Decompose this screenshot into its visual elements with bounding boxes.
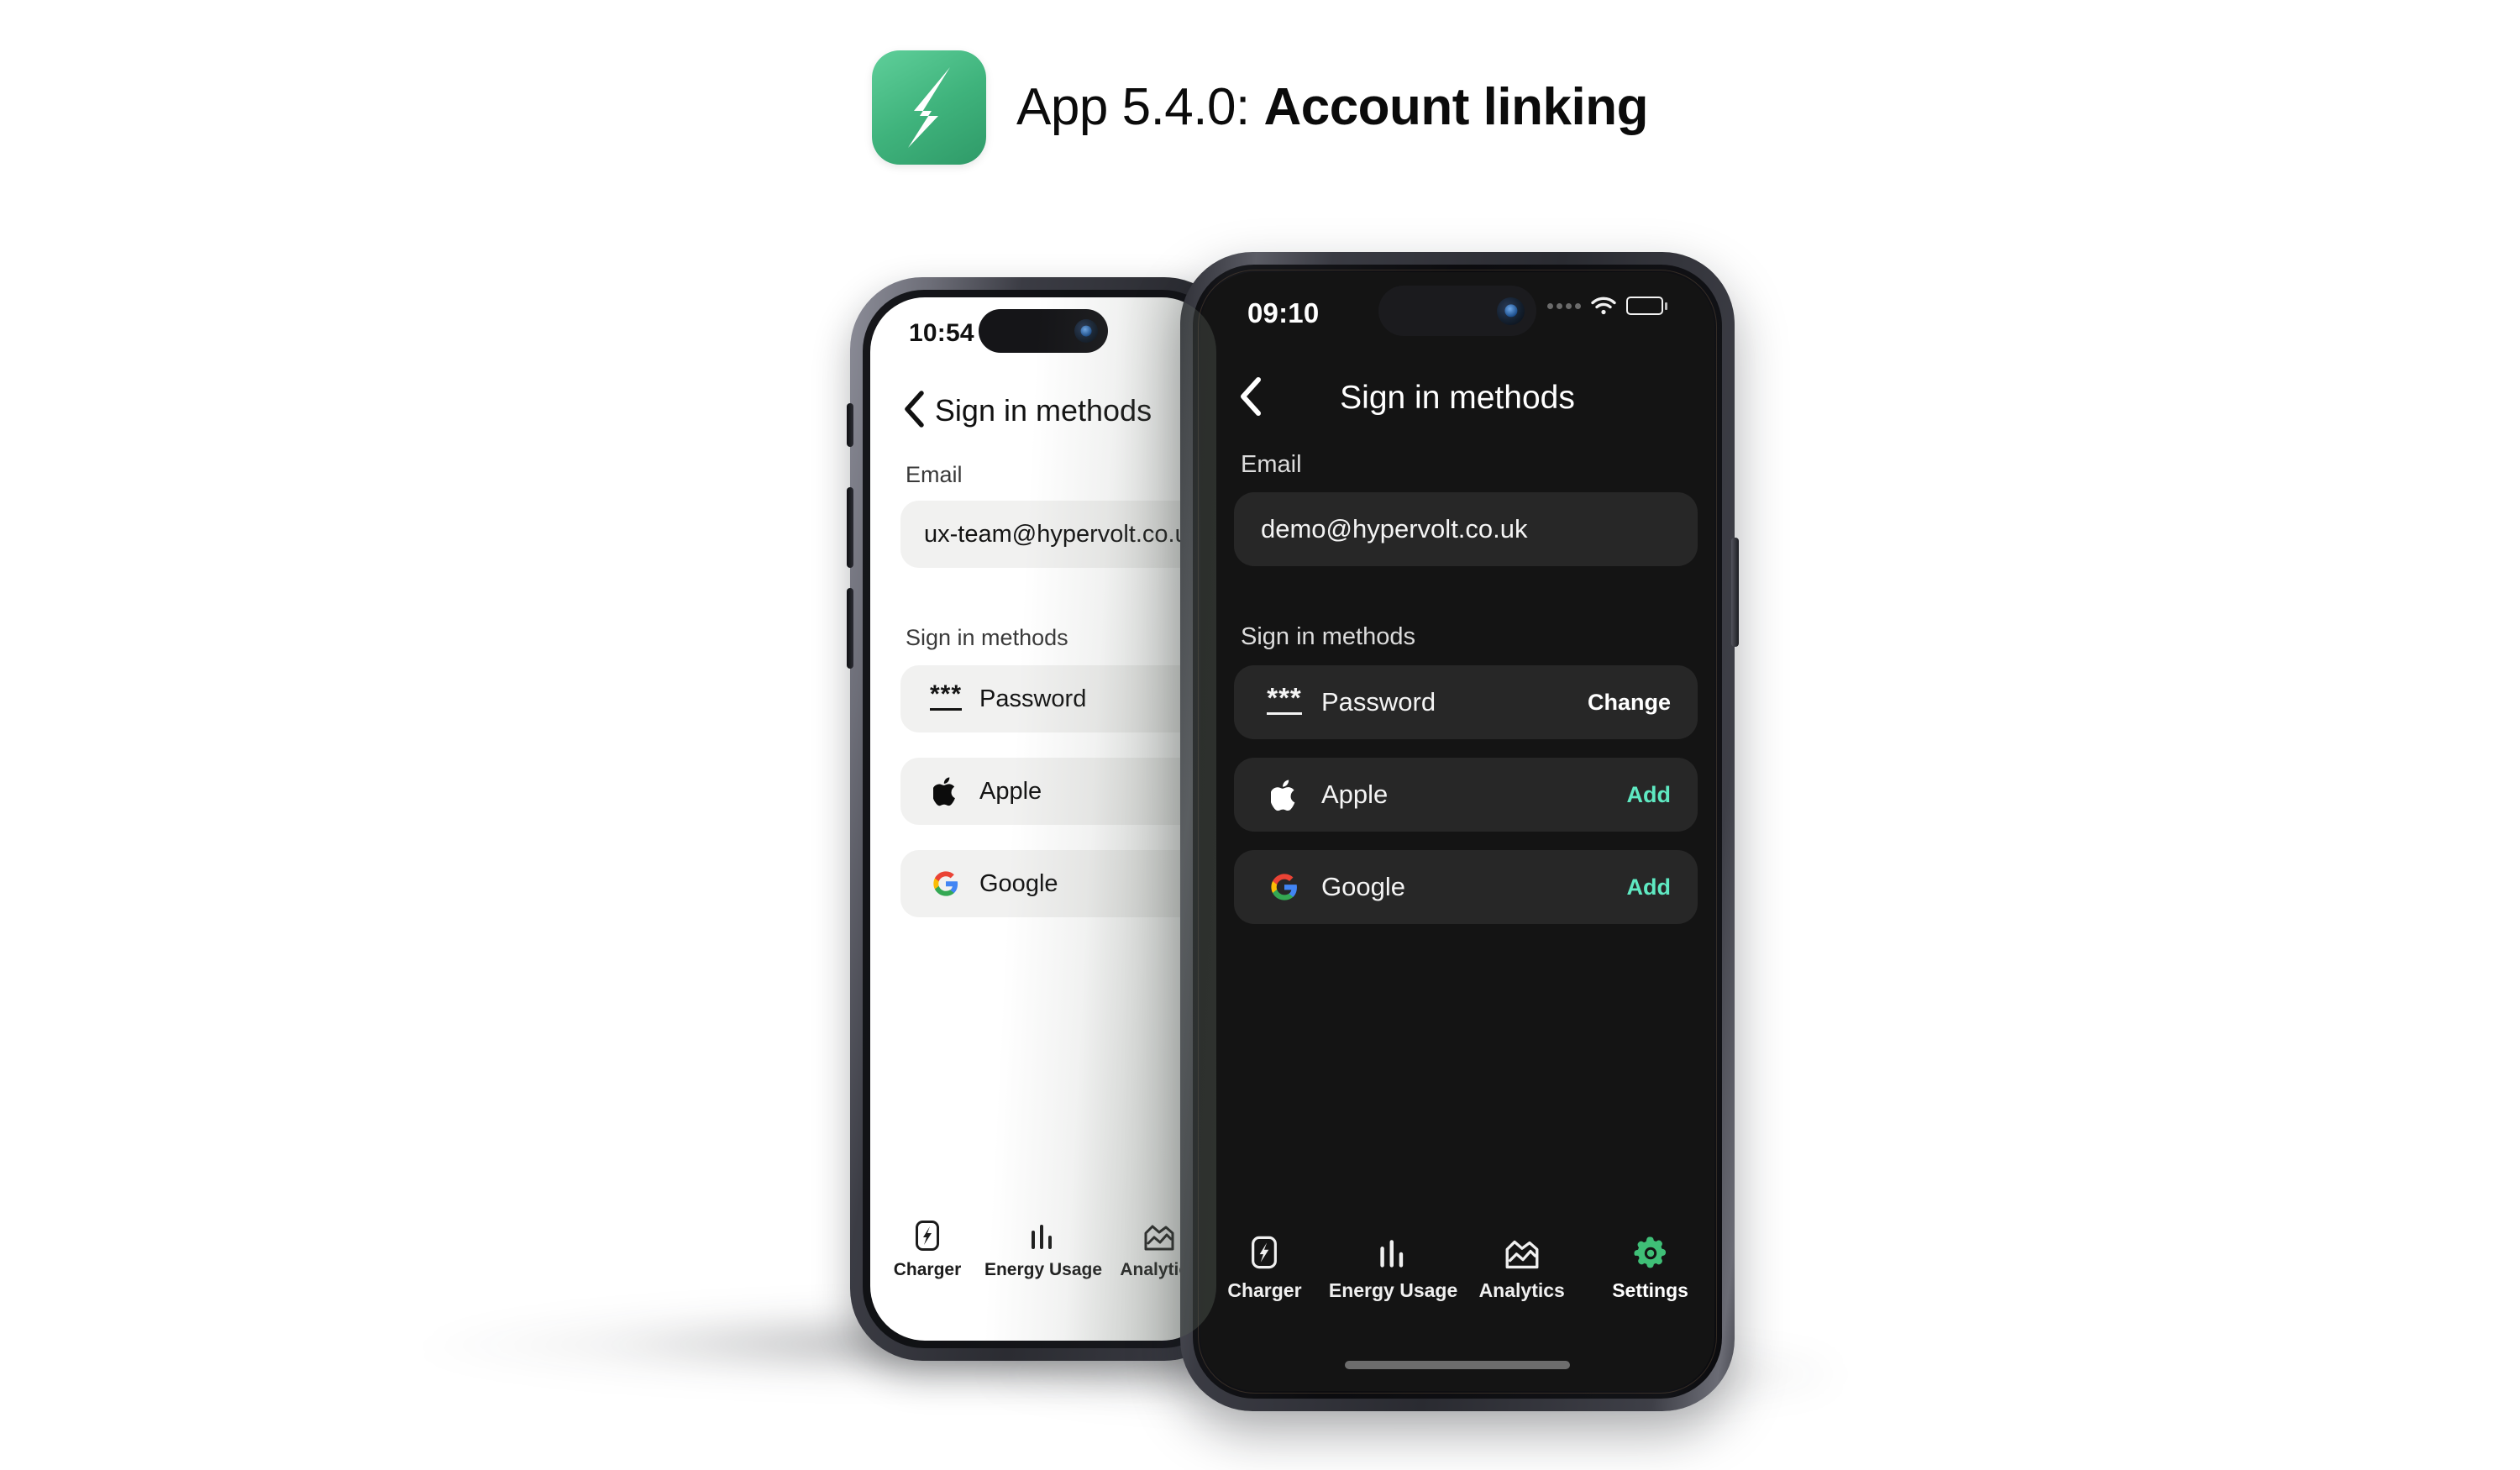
tab-analytics-front[interactable]: Analytics bbox=[1457, 1233, 1586, 1326]
tab-charger-back[interactable]: Charger bbox=[870, 1218, 984, 1302]
tab-label-back: Charger bbox=[893, 1260, 962, 1279]
method-row-google-back[interactable]: Google bbox=[900, 850, 1216, 917]
phone-bezel-front: 09:10 Sign in methods Email demo@hypervo… bbox=[1193, 265, 1722, 1399]
method-row-apple-back[interactable]: Apple bbox=[900, 758, 1216, 825]
chevron-left-icon bbox=[1241, 376, 1261, 416]
email-label-front: Email bbox=[1241, 451, 1302, 478]
energy-bars-icon bbox=[1029, 1218, 1058, 1252]
charger-icon bbox=[915, 1218, 940, 1252]
dynamic-island bbox=[979, 309, 1108, 353]
email-field-back[interactable]: ux-team@hypervolt.co.uk bbox=[900, 501, 1216, 568]
method-row-google-front[interactable]: Google Add bbox=[1234, 850, 1698, 924]
tab-energy-usage-back[interactable]: Energy Usage bbox=[984, 1218, 1102, 1302]
method-row-apple-front[interactable]: Apple Add bbox=[1234, 758, 1698, 832]
screenshot-canvas: App 5.4.0: Account linking 10:54 Sign in… bbox=[0, 0, 2520, 1470]
home-indicator[interactable] bbox=[1345, 1361, 1570, 1369]
page-title-prefix: App 5.4.0: bbox=[1016, 78, 1264, 136]
tab-label-front: Settings bbox=[1612, 1279, 1688, 1301]
email-field-front[interactable]: demo@hypervolt.co.uk bbox=[1234, 492, 1698, 566]
back-button-front[interactable] bbox=[1237, 375, 1265, 422]
page-header: App 5.4.0: Account linking bbox=[0, 50, 2520, 165]
phone-screen-back: 10:54 Sign in methods Email ux-team@hype… bbox=[870, 297, 1216, 1341]
back-button-back[interactable] bbox=[902, 390, 927, 433]
signal-dots-icon bbox=[1547, 302, 1581, 309]
front-camera-icon bbox=[1497, 297, 1525, 325]
status-bar-back: 10:54 bbox=[870, 297, 1216, 361]
google-icon bbox=[924, 870, 968, 897]
change-password-button[interactable]: Change bbox=[1588, 690, 1671, 716]
volume-up-button[interactable] bbox=[847, 487, 853, 568]
status-time: 10:54 bbox=[909, 319, 974, 347]
phone-device-front: 09:10 Sign in methods Email demo@hypervo… bbox=[1180, 252, 1739, 1411]
power-button[interactable] bbox=[1731, 538, 1739, 647]
gear-icon bbox=[1634, 1233, 1667, 1270]
method-row-password-front[interactable]: *** Password Change bbox=[1234, 665, 1698, 739]
page-title: App 5.4.0: Account linking bbox=[1016, 81, 1648, 134]
method-row-password-back[interactable]: *** Password bbox=[900, 665, 1216, 732]
wifi-icon bbox=[1591, 297, 1616, 315]
method-label-front: Google bbox=[1321, 872, 1405, 901]
status-time: 09:10 bbox=[1247, 297, 1320, 328]
app-icon bbox=[872, 50, 987, 165]
phone-bezel-back: 10:54 Sign in methods Email ux-team@hype… bbox=[863, 290, 1224, 1348]
volume-down-button[interactable] bbox=[847, 588, 853, 669]
method-label-front: Apple bbox=[1321, 780, 1389, 809]
energy-bars-icon bbox=[1378, 1233, 1410, 1270]
charger-icon bbox=[1251, 1233, 1278, 1270]
add-apple-button[interactable]: Add bbox=[1627, 782, 1671, 808]
add-google-button[interactable]: Add bbox=[1627, 874, 1671, 900]
email-value-front: demo@hypervolt.co.uk bbox=[1261, 514, 1528, 543]
methods-label-front: Sign in methods bbox=[1241, 623, 1415, 650]
password-dots-icon: *** bbox=[1261, 684, 1308, 716]
tab-label-front: Analytics bbox=[1478, 1279, 1565, 1301]
tab-label-front: Charger bbox=[1227, 1279, 1302, 1301]
status-bar-front: 09:10 bbox=[1200, 272, 1714, 344]
analytics-icon bbox=[1505, 1233, 1539, 1270]
analytics-icon bbox=[1144, 1218, 1174, 1252]
tab-charger-front[interactable]: Charger bbox=[1200, 1233, 1329, 1326]
tab-bar-back: Charger Energy Usage Analytics bbox=[870, 1218, 1216, 1302]
apple-icon bbox=[1261, 779, 1308, 811]
email-label-back: Email bbox=[906, 462, 963, 487]
tab-label-front: Energy Usage bbox=[1328, 1279, 1458, 1301]
front-camera-icon bbox=[1074, 319, 1098, 343]
status-indicators bbox=[1547, 296, 1667, 316]
mute-switch-button[interactable] bbox=[847, 403, 853, 447]
dynamic-island bbox=[1378, 286, 1536, 336]
page-title-emphasis: Account linking bbox=[1263, 78, 1648, 136]
tab-bar-front: Charger Energy Usage Analytics Settings bbox=[1200, 1233, 1714, 1326]
tab-settings-front[interactable]: Settings bbox=[1586, 1233, 1714, 1326]
nav-title-front: Sign in methods bbox=[1340, 380, 1575, 416]
nav-bar-back: Sign in methods bbox=[870, 381, 1216, 440]
password-dots-icon: *** bbox=[924, 682, 968, 711]
chevron-left-icon bbox=[905, 390, 924, 428]
method-label-front: Password bbox=[1321, 687, 1436, 717]
lightning-bolt-icon bbox=[908, 67, 951, 148]
tab-energy-usage-front[interactable]: Energy Usage bbox=[1329, 1233, 1457, 1326]
battery-icon bbox=[1626, 297, 1667, 315]
methods-label-back: Sign in methods bbox=[906, 625, 1068, 650]
tab-label-back: Energy Usage bbox=[984, 1260, 1103, 1279]
apple-icon bbox=[924, 776, 968, 806]
phone-screen-front: 09:10 Sign in methods Email demo@hypervo… bbox=[1200, 272, 1714, 1391]
nav-bar-front: Sign in methods bbox=[1200, 366, 1714, 430]
email-value-back: ux-team@hypervolt.co.uk bbox=[924, 520, 1201, 548]
phone-device-back: 10:54 Sign in methods Email ux-team@hype… bbox=[847, 277, 1236, 1361]
google-icon bbox=[1261, 873, 1308, 901]
